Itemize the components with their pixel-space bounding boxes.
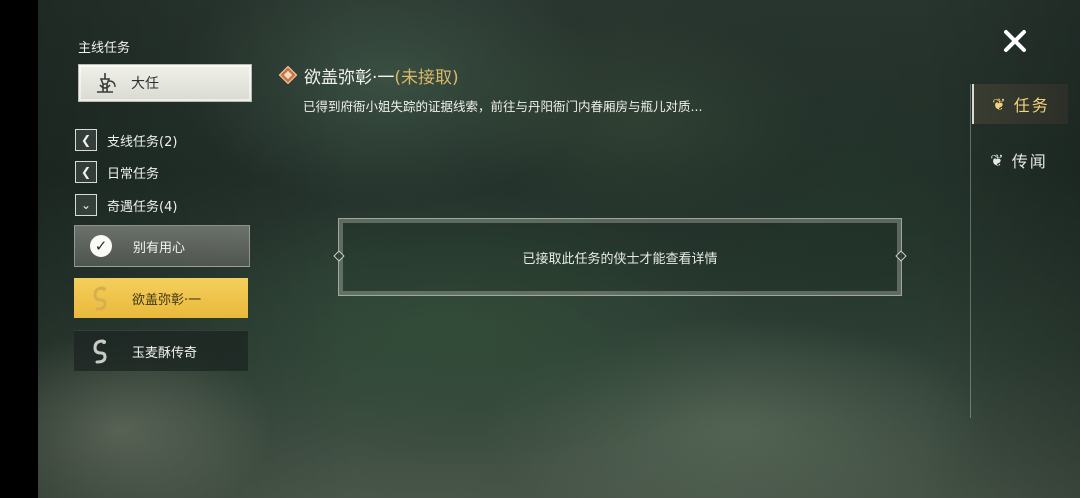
tab-quests[interactable]: ❦ 任务	[972, 84, 1068, 124]
check-icon: ✓	[83, 228, 119, 264]
locked-notice-text: 已接取此任务的侠士才能查看详情	[522, 251, 718, 267]
quest-status: (未接取)	[394, 68, 459, 88]
category-label: 日常任务	[107, 166, 160, 182]
tab-divider	[970, 84, 971, 418]
quest-item-completed[interactable]: ✓ 别有用心	[74, 225, 250, 267]
serpent-icon	[82, 280, 118, 316]
quest-description: 已得到府衙小姐失踪的证据线索，前往与丹阳衙门内眷厢房与瓶儿对质...	[303, 99, 703, 114]
serpent-icon	[82, 333, 118, 369]
quest-item-label: 欲盖弥彰·一	[132, 292, 202, 308]
category-daily-quests[interactable]: ❮ 日常任务	[75, 161, 159, 183]
tab-label: 传闻	[1011, 152, 1048, 171]
close-icon	[1004, 30, 1026, 52]
hookah-icon	[89, 70, 121, 96]
brush-icon: ❦	[992, 94, 1008, 114]
chevron-down-icon: ⌄	[75, 194, 97, 216]
arrow-left-icon: ❮	[75, 129, 97, 151]
tab-label: 任务	[1013, 96, 1050, 115]
category-side-quests[interactable]: ❮ 支线任务(2)	[75, 129, 177, 151]
brush-icon: ❦	[990, 150, 1006, 170]
arrow-left-icon: ❮	[75, 161, 97, 183]
section-title: 主线任务	[78, 41, 131, 56]
main-quest-label: 大任	[131, 76, 159, 92]
quest-item-label: 玉麦酥传奇	[132, 345, 198, 361]
tab-rumors[interactable]: ❦ 传闻	[972, 140, 1066, 180]
quest-title-text: 欲盖弥彰·一	[304, 68, 395, 88]
close-button[interactable]	[1002, 28, 1028, 54]
quest-item-selected[interactable]: 欲盖弥彰·一	[74, 278, 248, 318]
quest-item-label: 别有用心	[133, 240, 186, 256]
main-quest-button[interactable]: 大任	[78, 64, 252, 102]
quest-item[interactable]: 玉麦酥传奇	[74, 330, 248, 371]
category-encounter-quests[interactable]: ⌄ 奇遇任务(4)	[75, 194, 177, 216]
locked-notice-box: 已接取此任务的侠士才能查看详情	[333, 218, 907, 296]
category-label: 奇遇任务(4)	[107, 199, 178, 215]
category-label: 支线任务(2)	[107, 134, 178, 150]
quest-title: 欲盖弥彰·一(未接取)	[304, 63, 459, 88]
quest-diamond-icon	[278, 65, 298, 85]
